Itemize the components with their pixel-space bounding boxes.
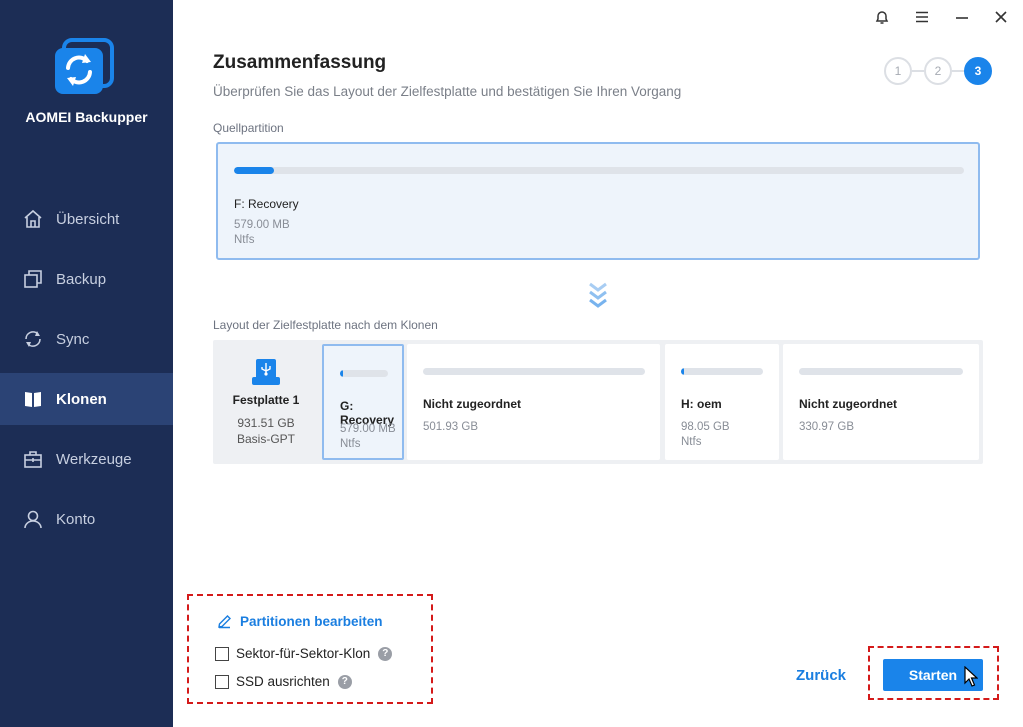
toolbox-icon — [23, 449, 43, 469]
ssd-align-option: SSD ausrichten ? — [215, 674, 352, 689]
partition-size: 330.97 GB — [799, 421, 854, 433]
step-connector — [952, 70, 964, 72]
page-subtitle: Überprüfen Sie das Layout der Zielfestpl… — [213, 84, 682, 99]
options-highlight-box: Partitionen bearbeiten Sektor-für-Sektor… — [187, 594, 433, 704]
sidebar-item-label: Sync — [56, 330, 90, 348]
partition-name: Nicht zugeordnet — [423, 397, 521, 411]
sidebar-item-sync[interactable]: Sync — [0, 313, 173, 365]
step-indicator-2: 2 — [924, 57, 952, 85]
sector-clone-option: Sektor-für-Sektor-Klon ? — [215, 646, 393, 661]
usage-bar — [681, 368, 763, 375]
usage-bar-fill — [681, 368, 685, 375]
disk-type: Basis-GPT — [236, 432, 295, 446]
sector-clone-label[interactable]: Sektor-für-Sektor-Klon — [236, 646, 370, 661]
home-icon — [23, 209, 43, 229]
edit-partitions-link[interactable]: Partitionen bearbeiten — [217, 614, 383, 629]
dest-partition-g-recovery[interactable]: G: Recovery 579.00 MB Ntfs — [322, 344, 404, 460]
partition-size: 579.00 MB — [340, 423, 396, 435]
partition-name: H: oem — [681, 397, 722, 411]
menu-button[interactable] — [911, 8, 933, 30]
page-title: Zusammenfassung — [213, 52, 387, 73]
partition-name: Nicht zugeordnet — [799, 397, 897, 411]
step-indicator-3: 3 — [964, 57, 992, 85]
usage-bar — [423, 368, 645, 375]
minimize-button[interactable] — [951, 8, 973, 30]
mouse-cursor-icon — [964, 665, 979, 688]
backup-icon — [23, 269, 43, 289]
partition-filesystem: Ntfs — [340, 438, 361, 450]
sync-icon — [23, 329, 43, 349]
sidebar-item-label: Klonen — [56, 390, 107, 408]
help-icon[interactable]: ? — [337, 674, 352, 689]
close-icon — [993, 9, 1009, 30]
sidebar-item-label: Konto — [56, 510, 96, 528]
ssd-align-label[interactable]: SSD ausrichten — [236, 674, 330, 689]
dest-partition-unallocated-1[interactable]: Nicht zugeordnet 501.93 GB — [407, 344, 660, 460]
sidebar: AOMEI Backupper Übersicht Backup Sync Kl… — [0, 0, 173, 727]
app-title: AOMEI Backupper — [25, 109, 148, 125]
dest-partition-h-oem[interactable]: H: oem 98.05 GB Ntfs — [665, 344, 779, 460]
sidebar-item-label: Übersicht — [56, 210, 120, 228]
back-button[interactable]: Zurück — [796, 667, 846, 684]
sidebar-item-label: Backup — [56, 270, 107, 288]
partition-size: 579.00 MB — [234, 219, 290, 231]
disk-name: Festplatte 1 — [232, 393, 300, 407]
source-partition-label: Quellpartition — [213, 121, 284, 135]
usage-bar — [799, 368, 963, 375]
step-indicator-1: 1 — [884, 57, 912, 85]
help-icon[interactable]: ? — [378, 646, 393, 661]
partition-size: 98.05 GB — [681, 421, 730, 433]
step-connector — [912, 70, 924, 72]
sidebar-item-clone[interactable]: Klonen — [0, 373, 173, 425]
sidebar-item-tools[interactable]: Werkzeuge — [0, 433, 173, 485]
sidebar-item-account[interactable]: Konto — [0, 493, 173, 545]
notifications-button[interactable] — [871, 8, 893, 30]
partition-name: F: Recovery — [234, 197, 299, 211]
pencil-icon — [217, 614, 232, 629]
sidebar-item-backup[interactable]: Backup — [0, 253, 173, 305]
menu-icon — [914, 9, 930, 30]
source-partition-card[interactable]: F: Recovery 579.00 MB Ntfs — [216, 142, 980, 260]
disk-size: 931.51 GB — [237, 416, 295, 430]
partition-filesystem: Ntfs — [681, 436, 702, 448]
chevron-down-double-icon — [587, 281, 609, 311]
clone-icon — [23, 389, 43, 409]
edit-partitions-label: Partitionen bearbeiten — [240, 614, 383, 629]
destination-disk-layout: Festplatte 1 931.51 GB Basis-GPT G: Reco… — [213, 340, 983, 464]
usage-bar-fill — [234, 167, 275, 174]
bell-icon — [874, 9, 890, 30]
sidebar-item-overview[interactable]: Übersicht — [0, 193, 173, 245]
close-button[interactable] — [990, 8, 1012, 30]
user-icon — [23, 509, 43, 529]
dest-partition-unallocated-2[interactable]: Nicht zugeordnet 330.97 GB — [783, 344, 979, 460]
ssd-align-checkbox[interactable] — [215, 674, 229, 689]
usage-bar — [340, 370, 388, 377]
usb-drive-icon — [252, 357, 280, 392]
sidebar-item-label: Werkzeuge — [56, 450, 132, 468]
destination-layout-label: Layout der Zielfestplatte nach dem Klone… — [213, 318, 438, 332]
sector-clone-checkbox[interactable] — [215, 646, 229, 661]
disk-info: Festplatte 1 931.51 GB Basis-GPT — [213, 340, 319, 464]
usage-bar-fill — [340, 370, 343, 377]
usage-bar — [234, 167, 964, 174]
partition-filesystem: Ntfs — [234, 234, 255, 246]
minimize-icon — [954, 9, 970, 30]
aomei-logo-icon — [52, 38, 114, 98]
partition-size: 501.93 GB — [423, 421, 478, 433]
